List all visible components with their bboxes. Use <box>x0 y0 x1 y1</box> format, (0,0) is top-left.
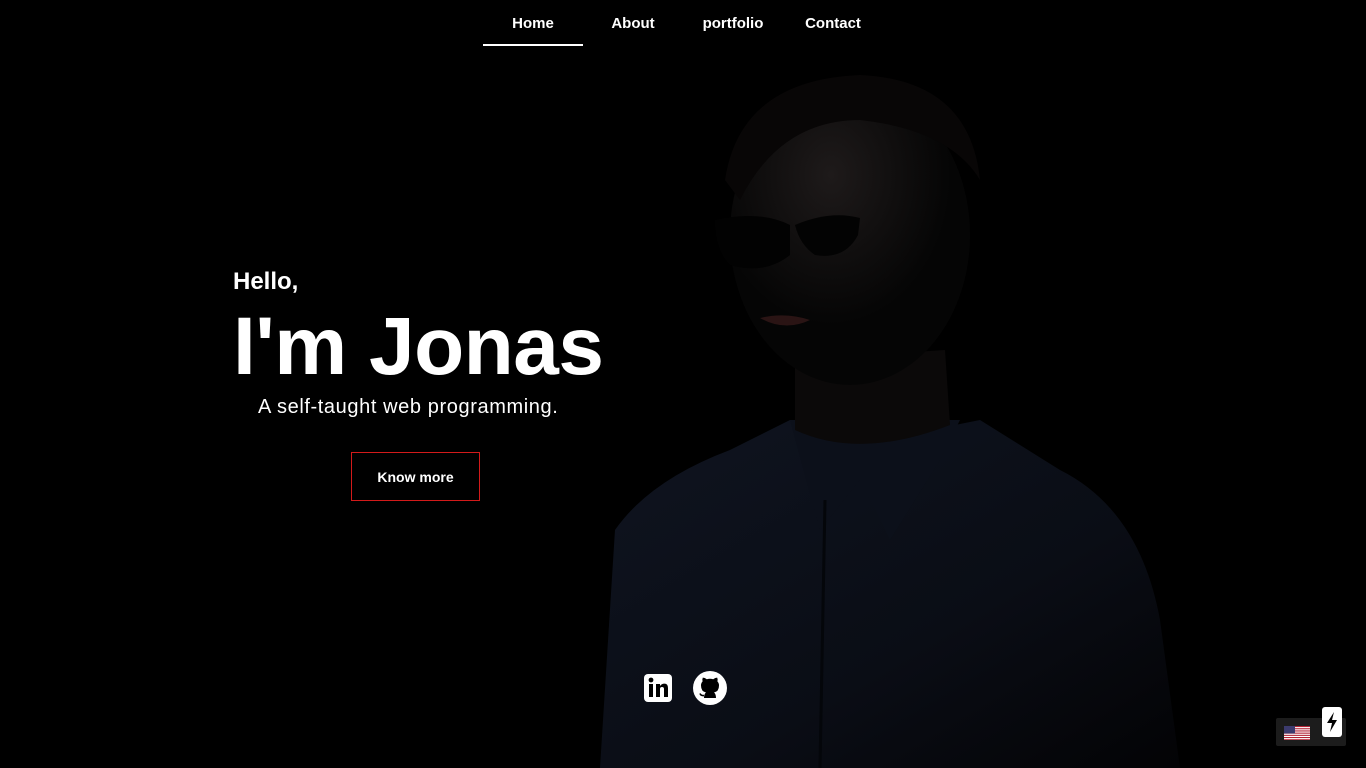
linkedin-icon <box>644 674 672 702</box>
hero-section: Hello, I'm Jonas A self-taught web progr… <box>233 266 613 420</box>
hero-portrait-image <box>600 75 1180 768</box>
us-flag-icon[interactable] <box>1284 726 1310 740</box>
lightning-icon <box>1327 712 1337 732</box>
bolt-button[interactable] <box>1322 707 1342 737</box>
github-icon <box>693 671 727 705</box>
hero-name: I'm Jonas <box>233 301 604 392</box>
hero-tagline: A self-taught web programming. <box>258 396 559 418</box>
linkedin-link[interactable] <box>640 670 676 706</box>
nav-item-about[interactable]: About <box>583 0 683 46</box>
hero-greeting: Hello, <box>233 268 299 295</box>
know-more-button[interactable]: Know more <box>351 452 480 501</box>
nav-item-portfolio[interactable]: portfolio <box>683 0 783 46</box>
social-links <box>640 670 728 706</box>
github-link[interactable] <box>692 670 728 706</box>
nav-item-contact[interactable]: Contact <box>783 0 883 46</box>
nav-item-home[interactable]: Home <box>483 0 583 46</box>
main-nav: Home About portfolio Contact <box>483 0 883 48</box>
page: Home About portfolio Contact Hello, I'm … <box>0 0 1366 768</box>
